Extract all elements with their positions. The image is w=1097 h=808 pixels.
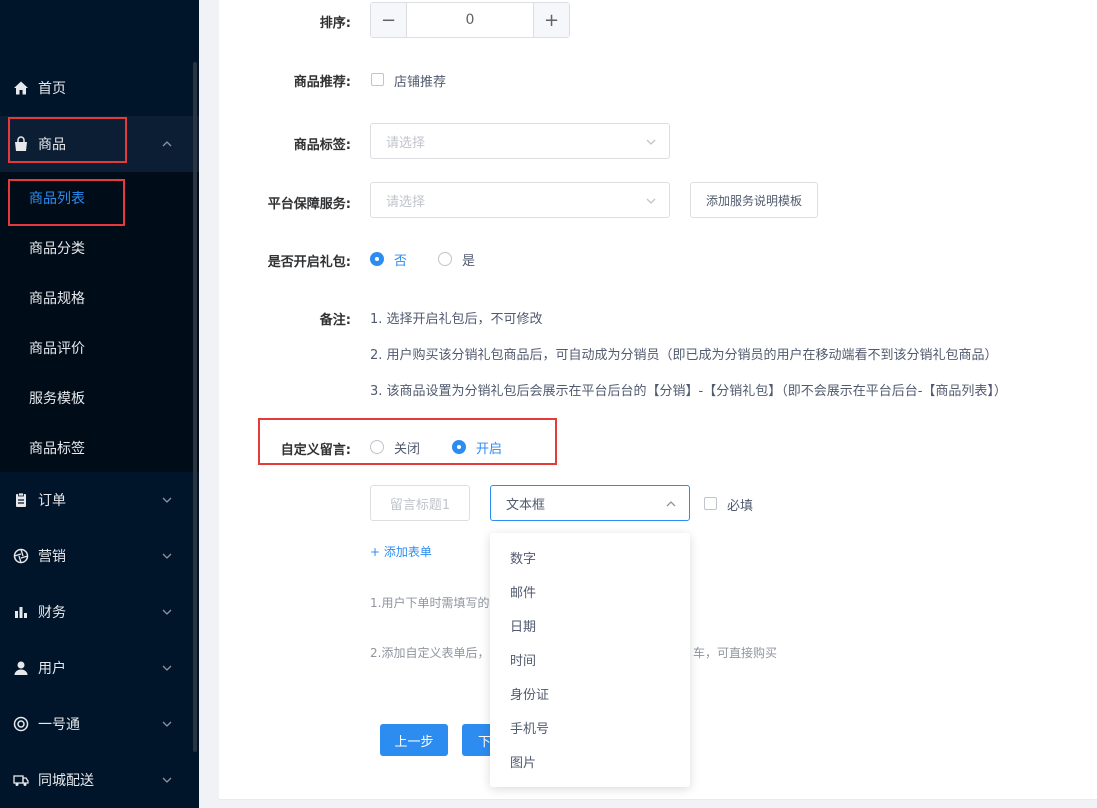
chevron-down-icon xyxy=(162,497,172,503)
lifebuoy-icon xyxy=(13,716,29,732)
menu-label: 同城配送 xyxy=(38,773,94,789)
tags-placeholder: 请选择 xyxy=(386,135,426,151)
chevron-down-icon xyxy=(162,609,172,615)
menu-item-orders[interactable]: 订单 xyxy=(0,472,191,528)
chevron-up-icon xyxy=(162,141,172,147)
tags-label: 商品标签: xyxy=(293,138,351,153)
menu-item-yihaotong[interactable]: 一号通 xyxy=(0,696,191,752)
note-line-1: 1. 选择开启礼包后，不可修改 xyxy=(370,312,543,327)
dropdown-option-id-card[interactable]: 身份证 xyxy=(490,679,690,713)
required-checkbox[interactable] xyxy=(704,497,717,510)
dropdown-option-image[interactable]: 图片 xyxy=(490,747,690,781)
tip-line-1: 1.用户下单时需填写的 xyxy=(370,596,490,610)
menu-label: 订单 xyxy=(38,493,66,509)
home-icon xyxy=(13,80,29,96)
submenu-item-goods-review[interactable]: 商品评价 xyxy=(0,323,191,373)
menu-item-delivery[interactable]: 同城配送 xyxy=(0,752,191,808)
gift-yes-label: 是 xyxy=(462,254,476,269)
gift-no-radio[interactable] xyxy=(370,252,384,266)
service-label: 平台保障服务: xyxy=(267,197,351,212)
chevron-down-icon xyxy=(162,553,172,559)
menu-item-marketing[interactable]: 营销 xyxy=(0,528,191,584)
note-line-3: 3. 该商品设置为分销礼包后会展示在平台后台的【分销】-【分销礼包】（即不会展示… xyxy=(370,384,1007,399)
dropdown-option-email[interactable]: 邮件 xyxy=(490,577,690,611)
menu-label: 营销 xyxy=(38,549,66,565)
menu-label: 财务 xyxy=(38,605,66,621)
highlight-box xyxy=(258,418,557,465)
submenu-item-goods-spec[interactable]: 商品规格 xyxy=(0,273,191,323)
gift-no-label: 否 xyxy=(394,254,408,269)
dropdown-option-number[interactable]: 数字 xyxy=(490,543,690,577)
gift-yes-radio[interactable] xyxy=(438,252,452,266)
submenu-label: 服务模板 xyxy=(29,391,85,407)
tip-line-2-end: 车，可直接购买 xyxy=(693,646,778,660)
submenu-item-service-template[interactable]: 服务模板 xyxy=(0,373,191,423)
chevron-down-icon xyxy=(162,721,172,727)
dropdown-option-phone[interactable]: 手机号 xyxy=(490,713,690,747)
menu-item-home[interactable]: 首页 xyxy=(0,60,191,116)
plus-icon[interactable]: + xyxy=(533,3,569,37)
dropdown-option-date[interactable]: 日期 xyxy=(490,611,690,645)
service-placeholder: 请选择 xyxy=(386,194,426,210)
chevron-up-icon xyxy=(666,501,676,507)
tip-line-2: 2.添加自定义表单后， xyxy=(370,646,490,660)
store-recommend-checkbox[interactable] xyxy=(371,73,384,86)
user-icon xyxy=(13,660,29,676)
menu-item-users[interactable]: 用户 xyxy=(0,640,191,696)
menu-label: 首页 xyxy=(38,81,66,97)
tags-select[interactable]: 请选择 xyxy=(370,123,670,159)
required-label: 必填 xyxy=(727,499,754,514)
highlight-box xyxy=(8,179,125,226)
recommend-label: 商品推荐: xyxy=(293,75,351,90)
message-title-input[interactable]: 留言标题1 xyxy=(370,485,470,521)
chevron-down-icon xyxy=(646,139,656,145)
message-type-dropdown: 数字 邮件 日期 时间 身份证 手机号 图片 xyxy=(490,533,690,787)
dropdown-option-time[interactable]: 时间 xyxy=(490,645,690,679)
truck-icon xyxy=(13,772,29,788)
clipboard-icon xyxy=(13,492,29,508)
note-line-2: 2. 用户购买该分销礼包商品后，可自动成为分销员（即已成为分销员的用户在移动端看… xyxy=(370,348,998,363)
prev-step-button[interactable]: 上一步 xyxy=(380,724,448,756)
sidebar-scrollbar[interactable] xyxy=(193,62,197,752)
chevron-down-icon xyxy=(162,777,172,783)
submenu-label: 商品标签 xyxy=(29,441,85,457)
message-type-select[interactable]: 文本框 xyxy=(490,485,690,521)
submenu-item-goods-category[interactable]: 商品分类 xyxy=(0,223,191,273)
menu-item-finance[interactable]: 财务 xyxy=(0,584,191,640)
gift-label: 是否开启礼包: xyxy=(267,255,351,270)
submenu-label: 商品分类 xyxy=(29,241,85,257)
aperture-icon xyxy=(13,548,29,564)
chevron-down-icon xyxy=(162,665,172,671)
submenu-label: 商品规格 xyxy=(29,291,85,307)
sort-label: 排序: xyxy=(319,16,351,31)
menu-label: 用户 xyxy=(38,661,66,677)
bar-chart-icon xyxy=(13,604,29,620)
message-type-value: 文本框 xyxy=(506,497,546,513)
service-select[interactable]: 请选择 xyxy=(370,182,670,218)
sort-value[interactable]: 0 xyxy=(407,3,533,37)
submenu-label: 商品评价 xyxy=(29,341,85,357)
store-recommend-label: 店铺推荐 xyxy=(394,75,447,90)
sort-stepper[interactable]: − 0 + xyxy=(370,2,570,38)
highlight-box xyxy=(8,117,127,163)
note-label: 备注: xyxy=(319,313,351,328)
add-service-template-button[interactable]: 添加服务说明模板 xyxy=(690,182,818,218)
minus-icon[interactable]: − xyxy=(371,3,407,37)
menu-label: 一号通 xyxy=(38,717,80,733)
chevron-down-icon xyxy=(646,198,656,204)
submenu-item-goods-tags[interactable]: 商品标签 xyxy=(0,423,191,473)
add-form-link[interactable]: + 添加表单 xyxy=(370,543,432,560)
